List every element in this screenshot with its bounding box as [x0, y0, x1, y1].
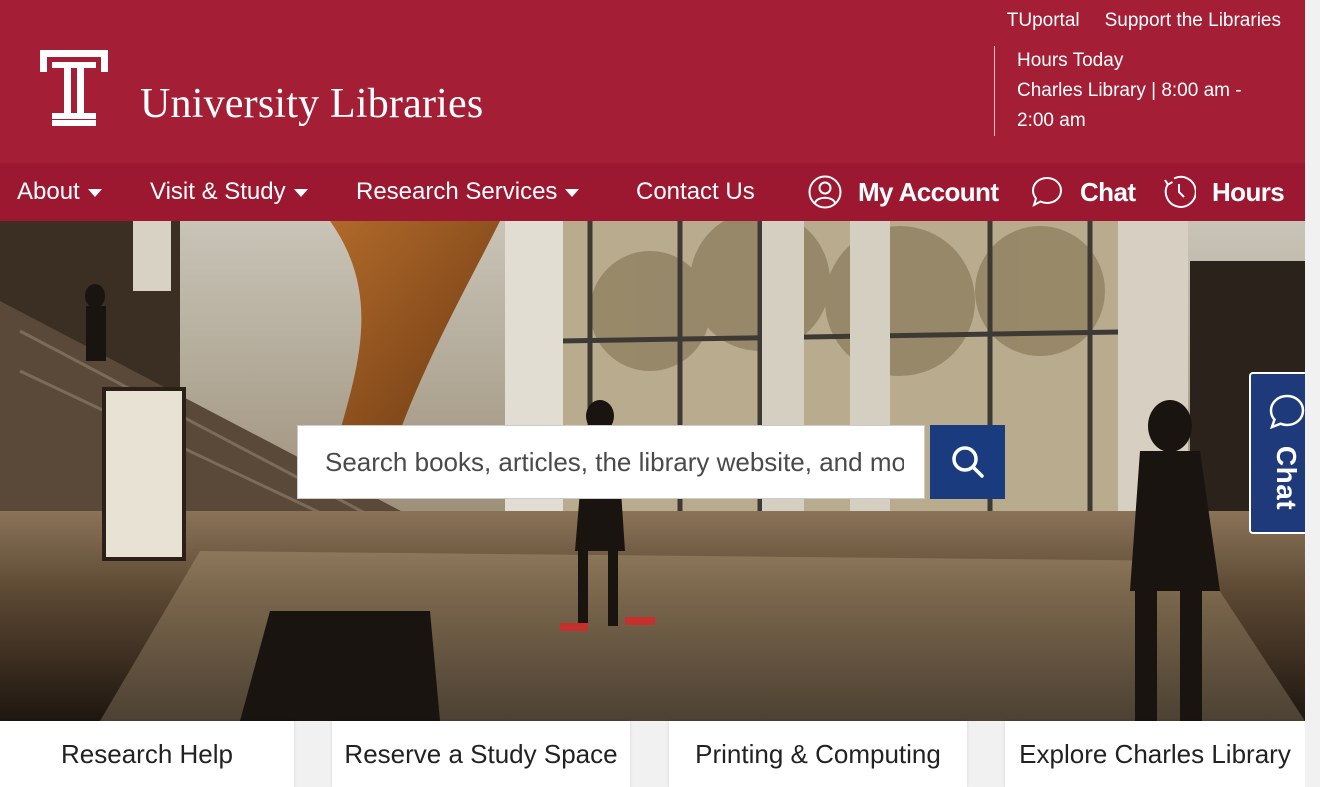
hours-heading: Hours Today [1017, 50, 1124, 71]
nav-research-label: Research Services [356, 178, 558, 205]
hours-line-continued[interactable]: 2:00 am [1017, 106, 1264, 136]
site-title[interactable]: University Libraries [140, 80, 483, 128]
support-libraries-link[interactable]: Support the Libraries [1105, 10, 1281, 32]
search-input[interactable] [297, 425, 925, 499]
hours-today: Hours Today Charles Library | 8:00 am - … [994, 46, 1264, 136]
nav-contact-label: Contact Us [636, 178, 755, 205]
main-nav: About Visit & Study Research Services Co… [0, 163, 1305, 221]
caret-down-icon [565, 189, 580, 197]
nav-visit-label: Visit & Study [150, 178, 286, 205]
nav-hours-label: Hours [1212, 176, 1285, 207]
search-button[interactable] [930, 425, 1005, 499]
tuportal-link[interactable]: TUportal [1007, 10, 1080, 32]
caret-down-icon [293, 189, 308, 197]
chat-bubble-icon [1031, 176, 1063, 208]
nav-contact-us[interactable]: Contact Us [636, 163, 755, 221]
nav-account-label: My Account [858, 176, 999, 207]
side-chat-label: Chat [1270, 445, 1302, 511]
page-scrollbar[interactable] [1305, 0, 1320, 787]
hours-line[interactable]: Charles Library | 8:00 am - [1017, 76, 1264, 106]
quick-links-bar: Research Help Reserve a Study Space Prin… [0, 721, 1305, 787]
nav-about[interactable]: About [17, 163, 102, 221]
quick-link-printing-computing[interactable]: Printing & Computing [669, 721, 967, 787]
magnifier-icon [951, 446, 984, 478]
chat-bubble-icon [1269, 394, 1305, 430]
nav-hours[interactable]: Hours [1162, 163, 1285, 221]
quick-link-explore-charles[interactable]: Explore Charles Library [1005, 721, 1305, 787]
quick-link-reserve-study-space[interactable]: Reserve a Study Space [332, 721, 630, 787]
utility-links: TUportal Support the Libraries [1007, 10, 1281, 32]
clock-icon [1164, 175, 1196, 208]
search-bar [297, 425, 1005, 499]
site-header: University Libraries TUportal Support th… [0, 0, 1305, 163]
nav-about-label: About [17, 178, 80, 205]
nav-research-services[interactable]: Research Services [356, 163, 580, 221]
nav-visit-study[interactable]: Visit & Study [150, 163, 308, 221]
nav-my-account[interactable]: My Account [808, 163, 999, 221]
nav-chat[interactable]: Chat [1030, 163, 1136, 221]
user-circle-icon [808, 175, 842, 209]
temple-t-logo[interactable] [40, 50, 108, 126]
caret-down-icon [87, 189, 102, 197]
quick-link-research-help[interactable]: Research Help [0, 721, 294, 787]
nav-chat-label: Chat [1080, 176, 1136, 207]
